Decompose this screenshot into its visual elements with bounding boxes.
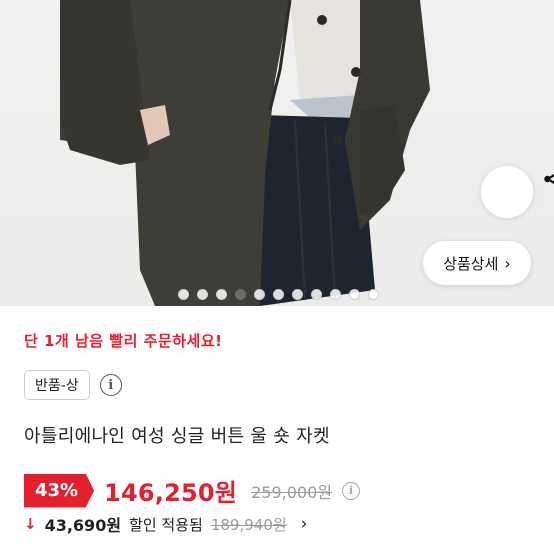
- share-button[interactable]: [481, 166, 554, 218]
- pagination-dot[interactable]: [348, 289, 360, 300]
- product-detail-label: 상품상세: [443, 254, 499, 273]
- product-image[interactable]: 상품상세 ›: [0, 0, 554, 306]
- pagination-dot[interactable]: [367, 289, 379, 300]
- pagination-dot[interactable]: [329, 289, 341, 300]
- product-detail-button[interactable]: 상품상세 ›: [423, 241, 531, 285]
- condition-badge: 반품-상: [24, 370, 90, 400]
- arrow-down-icon: ↓: [24, 515, 37, 533]
- image-pagination: [0, 289, 554, 301]
- pagination-dot[interactable]: [253, 289, 265, 300]
- pagination-dot[interactable]: [215, 289, 227, 300]
- price-row: 43% 146,250원 259,000원 i: [24, 473, 360, 508]
- chevron-right-icon: ›: [504, 253, 511, 273]
- share-icon: [544, 173, 554, 185]
- pagination-dot[interactable]: [272, 289, 284, 300]
- coupon-applied-text: 할인 적용됨: [129, 515, 203, 534]
- coupon-row[interactable]: ↓ 43,690원 할인 적용됨 189,940원 ›: [24, 512, 307, 536]
- pagination-dot[interactable]: [310, 289, 322, 300]
- pagination-dot[interactable]: [196, 289, 208, 300]
- pagination-dot[interactable]: [291, 289, 303, 300]
- sale-price: 146,250원: [104, 479, 238, 507]
- pagination-dot-active[interactable]: [234, 289, 246, 300]
- chevron-right-icon[interactable]: ›: [301, 514, 308, 534]
- condition-row: 반품-상 i: [24, 370, 122, 400]
- original-price: 259,000원: [251, 482, 332, 502]
- coupon-discount-amount: 43,690원: [44, 516, 122, 535]
- info-icon[interactable]: i: [99, 374, 122, 396]
- product-title: 아틀리에나인 여성 싱글 버튼 울 숏 자켓: [24, 426, 330, 447]
- product-photo: [60, 0, 430, 306]
- stock-urgency-text: 단 1개 남음 빨리 주문하세요!: [24, 332, 223, 350]
- pagination-dot[interactable]: [177, 289, 189, 300]
- discount-badge: 43%: [24, 473, 95, 508]
- price-info-icon[interactable]: i: [341, 481, 360, 500]
- coupon-original-price: 189,940원: [210, 515, 287, 534]
